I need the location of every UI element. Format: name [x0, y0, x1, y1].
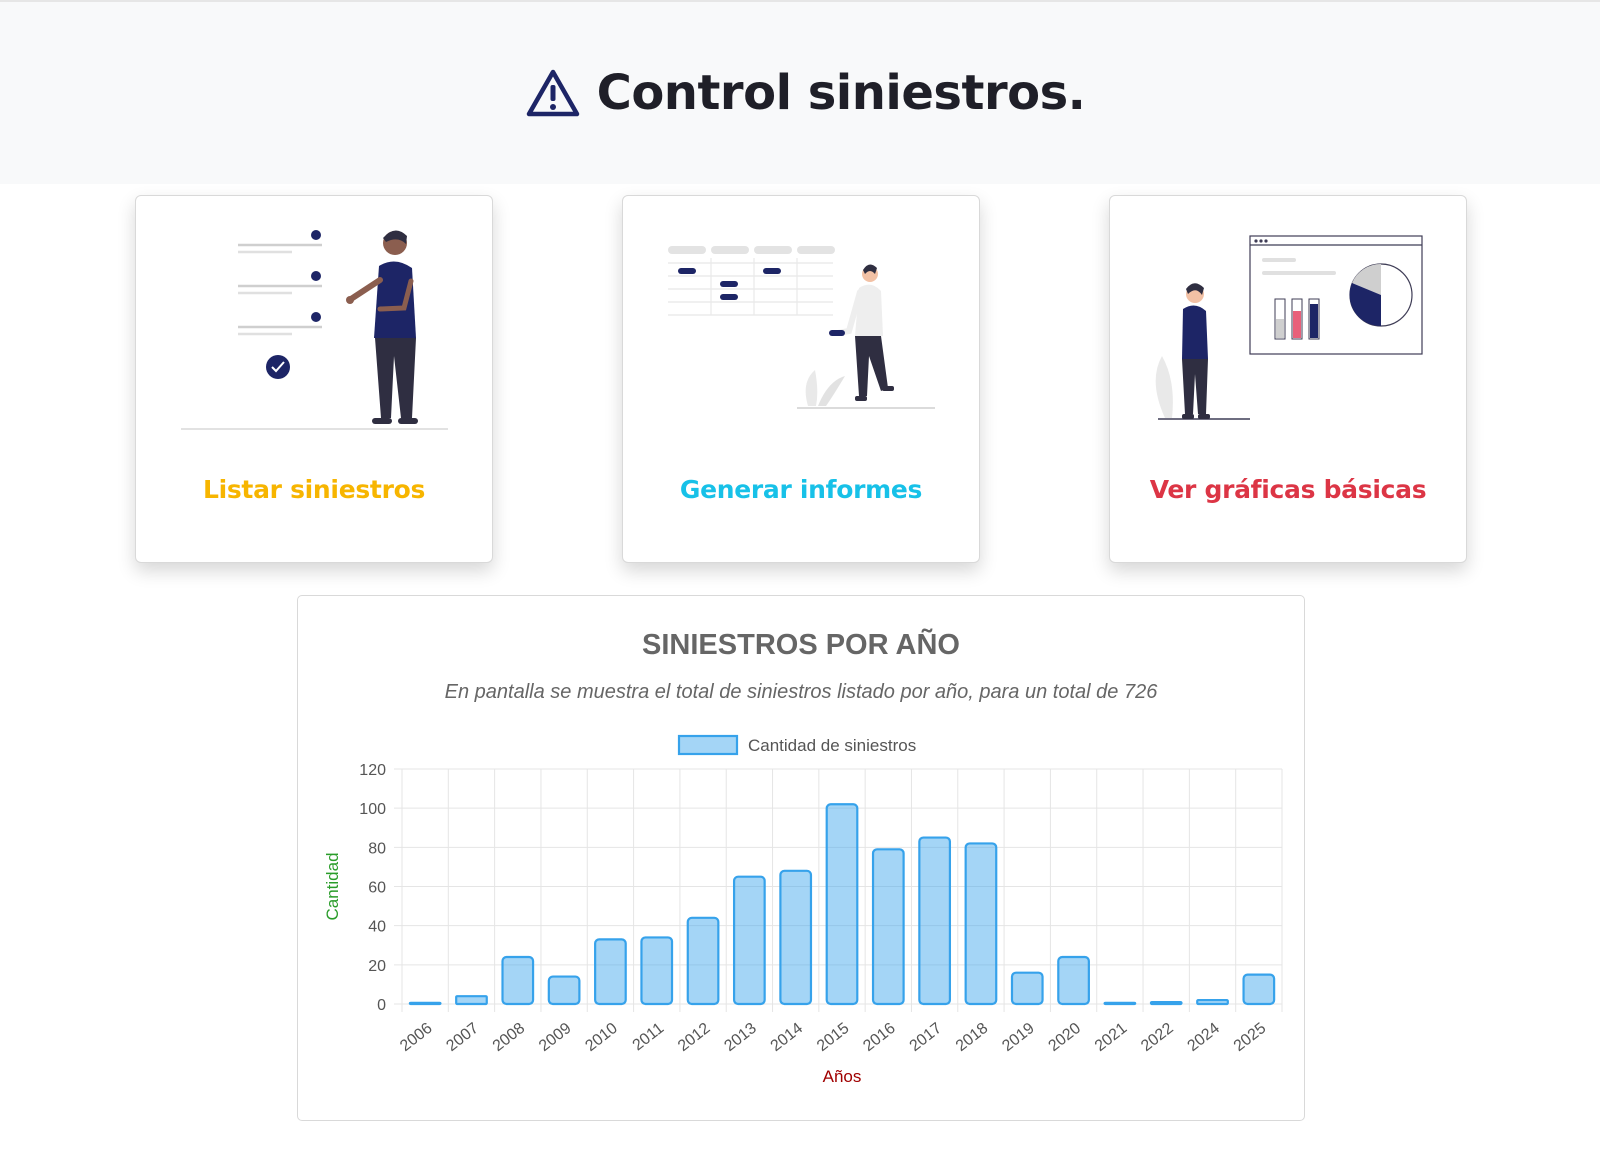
x-tick-label: 2014	[768, 1020, 807, 1055]
y-tick-label: 60	[368, 880, 386, 897]
x-tick-label: 2019	[999, 1020, 1038, 1055]
x-tick-label: 2008	[490, 1020, 529, 1055]
bar-2019	[1010, 971, 1044, 1006]
bar-2022	[1149, 1000, 1183, 1006]
bar-2013	[732, 875, 766, 1006]
bar-2021	[1103, 1001, 1137, 1006]
y-tick-label: 0	[377, 997, 386, 1014]
x-axis-title: Años	[823, 1067, 862, 1086]
bar-2010	[594, 938, 627, 1006]
card-generar-informes[interactable]: Generar informes	[622, 195, 980, 563]
x-tick-label: 2016	[860, 1020, 899, 1055]
y-tick-label: 80	[368, 840, 386, 857]
card-label: Ver gráficas básicas	[1149, 475, 1427, 504]
y-tick-label: 20	[368, 958, 386, 975]
bar-2016	[871, 848, 905, 1006]
bar-2006	[408, 1001, 442, 1006]
x-tick-label: 2010	[582, 1020, 621, 1055]
card-label: Listar siniestros	[202, 475, 426, 504]
bar-2009	[547, 975, 581, 1006]
card-ver-graficas[interactable]: Ver gráficas básicas	[1109, 195, 1467, 563]
bar-chart: 0204060801001202006 2007 2008 2009 2010 2011 2…	[323, 734, 1283, 1086]
checklist-person-illustration	[181, 230, 448, 430]
bar-2018	[964, 842, 998, 1006]
bar-2024	[1196, 998, 1229, 1006]
warning-triangle-icon	[526, 69, 579, 117]
bar-2017	[918, 836, 952, 1006]
x-tick-label: 2017	[907, 1020, 946, 1055]
y-tick-label: 100	[359, 801, 386, 818]
x-tick-label: 2015	[814, 1020, 853, 1055]
legend-label: Cantidad de siniestros	[748, 736, 916, 755]
x-tick-label: 2006	[397, 1020, 436, 1055]
x-tick-label: 2022	[1138, 1020, 1177, 1055]
x-tick-label: 2007	[443, 1020, 482, 1055]
bar-2015	[825, 803, 859, 1006]
x-tick-label: 2024	[1184, 1020, 1223, 1055]
x-tick-label: 2021	[1092, 1020, 1131, 1055]
y-axis-title: Cantidad	[323, 852, 342, 920]
y-tick-label: 40	[368, 919, 386, 936]
bar-2014	[779, 869, 813, 1006]
page-header: Control siniestros.	[0, 0, 1600, 184]
legend-swatch	[677, 734, 739, 756]
bar-2012	[686, 916, 720, 1006]
x-tick-label: 2018	[953, 1020, 992, 1055]
x-tick-label: 2009	[536, 1020, 575, 1055]
page-title: Control siniestros.	[596, 65, 1086, 121]
table-report-person-illustration	[668, 246, 935, 409]
bar-2007	[455, 995, 488, 1006]
header-title-group: Control siniestros.	[525, 65, 1086, 121]
x-tick-label: 2012	[675, 1020, 714, 1055]
x-tick-label: 2013	[721, 1020, 760, 1055]
x-tick-label: 2020	[1046, 1020, 1085, 1055]
chart-card: SINIESTROS POR AÑO En pantalla se muestr…	[297, 595, 1305, 1121]
bar-2020	[1057, 955, 1090, 1006]
dashboard-charts-person-illustration	[1155, 235, 1423, 420]
card-listar-siniestros[interactable]: Listar siniestros	[135, 195, 493, 563]
bar-2025	[1242, 973, 1276, 1006]
card-label: Generar informes	[679, 475, 923, 504]
bar-2008	[501, 955, 535, 1006]
x-tick-label: 2025	[1231, 1020, 1270, 1055]
bar-2011	[640, 936, 674, 1006]
x-tick-label: 2011	[630, 1020, 668, 1055]
y-tick-label: 120	[359, 762, 386, 779]
